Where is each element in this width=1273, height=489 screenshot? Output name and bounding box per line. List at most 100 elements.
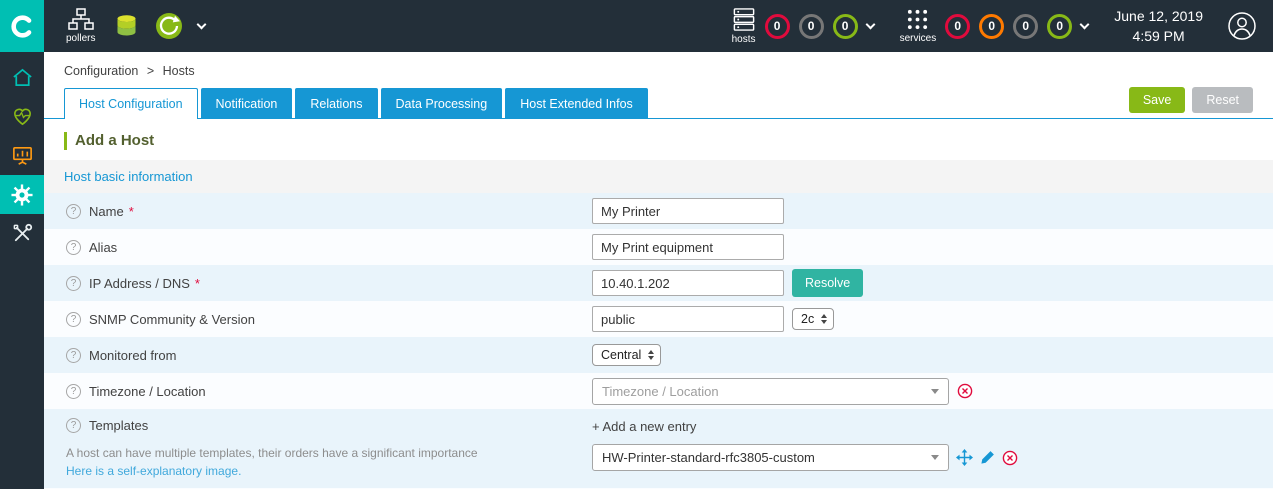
monitored-from-select[interactable]: Central bbox=[592, 344, 662, 366]
database-icon bbox=[117, 14, 136, 35]
sync-status-icon bbox=[156, 13, 183, 39]
templates-help-link[interactable]: Here is a self-explanatory image. bbox=[66, 464, 241, 478]
select-arrows-icon bbox=[821, 314, 828, 324]
sidebar-item-configuration[interactable] bbox=[0, 175, 44, 214]
hosts-status-group: hosts 0 0 0 bbox=[732, 7, 876, 45]
form-row-ip: ? IP Address / DNS * Resolve bbox=[44, 265, 1273, 301]
snmp-community-input[interactable] bbox=[592, 306, 784, 332]
chevron-down-icon[interactable] bbox=[1079, 19, 1090, 29]
clock: June 12, 2019 4:59 PM bbox=[1114, 6, 1203, 47]
add-template-entry-link[interactable]: + Add a new entry bbox=[592, 419, 696, 434]
name-input[interactable] bbox=[592, 198, 784, 224]
tab-bar: Host Configuration Notification Relation… bbox=[44, 87, 1273, 119]
breadcrumb-page[interactable]: Hosts bbox=[163, 64, 195, 78]
timezone-select[interactable]: Timezone / Location bbox=[592, 377, 949, 405]
topbar: pollers hosts 0 0 0 services 0 0 0 0 Jun… bbox=[0, 0, 1273, 52]
user-menu[interactable] bbox=[1227, 11, 1257, 41]
chart-icon bbox=[12, 147, 32, 165]
monitored-from-value: Central bbox=[601, 348, 642, 362]
hosts-down-badge[interactable]: 0 bbox=[764, 13, 790, 39]
services-critical-badge[interactable]: 0 bbox=[945, 13, 971, 39]
chevron-down-icon[interactable] bbox=[197, 19, 207, 29]
engine-status[interactable] bbox=[154, 11, 184, 41]
resolve-button[interactable]: Resolve bbox=[792, 269, 864, 297]
tab-host-extended-infos[interactable]: Host Extended Infos bbox=[505, 88, 648, 119]
field-label: Name bbox=[89, 203, 124, 219]
sidebar-item-reporting[interactable] bbox=[0, 136, 44, 175]
help-icon[interactable]: ? bbox=[66, 383, 81, 399]
form-row-timezone: ? Timezone / Location Timezone / Locatio… bbox=[44, 373, 1273, 409]
form-row-alias: ? Alias bbox=[44, 229, 1273, 265]
services-unknown-badge[interactable]: 0 bbox=[1013, 13, 1039, 39]
templates-help-text: A host can have multiple templates, thei… bbox=[66, 446, 478, 460]
hosts-up-badge[interactable]: 0 bbox=[832, 13, 858, 39]
services-ok-badge[interactable]: 0 bbox=[1047, 13, 1073, 39]
field-label: Templates bbox=[89, 418, 149, 433]
pollers-menu[interactable]: pollers bbox=[66, 8, 95, 44]
services-warning-badge[interactable]: 0 bbox=[979, 13, 1005, 39]
reset-button[interactable]: Reset bbox=[1192, 87, 1253, 113]
tab-notification[interactable]: Notification bbox=[200, 88, 293, 119]
help-icon[interactable]: ? bbox=[66, 275, 81, 291]
edit-template-icon[interactable] bbox=[980, 450, 995, 465]
breadcrumb-section[interactable]: Configuration bbox=[64, 64, 138, 78]
snmp-version-value: 2c bbox=[801, 312, 815, 326]
services-label: services bbox=[899, 33, 937, 44]
ip-address-input[interactable] bbox=[592, 270, 784, 296]
home-icon bbox=[12, 68, 32, 87]
required-marker: * bbox=[194, 275, 200, 291]
sidebar bbox=[0, 52, 44, 489]
chevron-down-icon bbox=[931, 388, 939, 394]
remove-template-icon[interactable] bbox=[1002, 450, 1018, 466]
snmp-version-select[interactable]: 2c bbox=[792, 308, 835, 330]
services-icon bbox=[908, 9, 928, 30]
template-selected-value: HW-Printer-standard-rfc3805-custom bbox=[602, 450, 815, 465]
hosts-icon bbox=[733, 8, 754, 31]
help-icon[interactable]: ? bbox=[66, 311, 81, 327]
services-status-group: services 0 0 0 0 bbox=[899, 8, 1090, 44]
help-icon[interactable]: ? bbox=[66, 239, 81, 255]
select-arrows-icon bbox=[648, 350, 655, 360]
user-avatar-icon bbox=[1228, 12, 1256, 40]
chevron-down-icon bbox=[931, 455, 939, 460]
centreon-c-icon bbox=[10, 14, 31, 38]
help-icon[interactable]: ? bbox=[66, 418, 81, 433]
pollers-label: pollers bbox=[66, 33, 96, 44]
tab-data-processing[interactable]: Data Processing bbox=[380, 88, 503, 119]
clear-timezone-icon[interactable] bbox=[957, 383, 973, 399]
timezone-placeholder: Timezone / Location bbox=[602, 383, 719, 399]
help-icon[interactable]: ? bbox=[66, 203, 81, 219]
chevron-down-icon[interactable] bbox=[865, 19, 876, 29]
hosts-unreachable-badge[interactable]: 0 bbox=[798, 13, 824, 39]
field-label: Timezone / Location bbox=[89, 383, 206, 399]
save-button[interactable]: Save bbox=[1128, 87, 1186, 113]
page-title: Add a Host bbox=[64, 132, 1253, 150]
sidebar-item-administration[interactable] bbox=[0, 214, 44, 253]
alias-input[interactable] bbox=[592, 234, 784, 260]
services-menu[interactable]: services bbox=[899, 8, 937, 44]
form-actions: Save Reset bbox=[1128, 87, 1253, 118]
breadcrumb: Configuration > Hosts bbox=[44, 52, 1273, 87]
pollers-icon bbox=[67, 8, 94, 30]
heart-pulse-icon bbox=[13, 108, 31, 126]
field-label: Alias bbox=[89, 239, 118, 255]
move-template-icon[interactable] bbox=[956, 449, 973, 466]
form-row-name: ? Name * bbox=[44, 193, 1273, 229]
tab-host-configuration[interactable]: Host Configuration bbox=[64, 88, 198, 119]
field-label: Monitored from bbox=[89, 347, 177, 363]
tab-relations[interactable]: Relations bbox=[295, 88, 378, 119]
database-status[interactable] bbox=[113, 13, 140, 40]
hosts-menu[interactable]: hosts bbox=[732, 7, 756, 45]
required-marker: * bbox=[128, 203, 134, 219]
template-select[interactable]: HW-Printer-standard-rfc3805-custom bbox=[592, 444, 949, 471]
main-content: Configuration > Hosts Host Configuration… bbox=[44, 52, 1273, 489]
help-icon[interactable]: ? bbox=[66, 347, 81, 363]
current-time: 4:59 PM bbox=[1132, 28, 1185, 44]
sidebar-item-home[interactable] bbox=[0, 58, 44, 97]
current-date: June 12, 2019 bbox=[1114, 7, 1203, 24]
tools-icon bbox=[13, 223, 32, 242]
field-label: IP Address / DNS bbox=[89, 275, 190, 291]
centreon-logo[interactable] bbox=[0, 0, 44, 52]
sidebar-item-monitoring[interactable] bbox=[0, 97, 44, 136]
form-row-monitored-from: ? Monitored from Central bbox=[44, 337, 1273, 373]
